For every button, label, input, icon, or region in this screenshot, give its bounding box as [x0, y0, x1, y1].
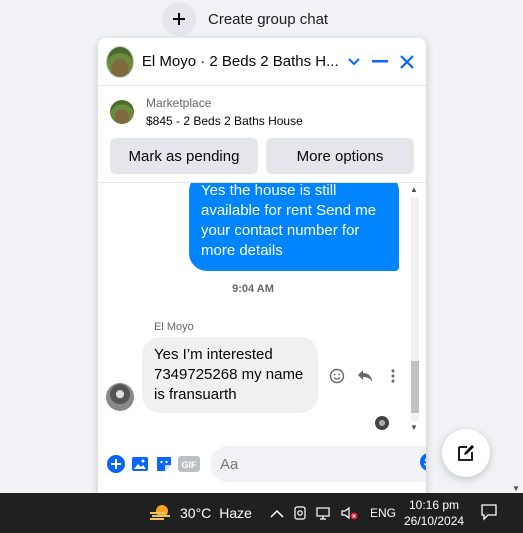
marketplace-source: Marketplace	[146, 96, 212, 110]
minimize-icon[interactable]	[369, 49, 391, 75]
clock[interactable]: 10:16 pm 26/10/2024	[404, 497, 464, 529]
create-group-label: Create group chat	[208, 10, 329, 28]
chat-header: El Moyo · 2 Beds 2 Baths H...	[98, 38, 426, 86]
scroll-thumb[interactable]	[411, 361, 419, 413]
compose-icon	[458, 445, 474, 461]
message-timestamp: 9:04 AM	[232, 283, 274, 295]
sender-avatar[interactable]	[106, 383, 134, 411]
weather-temp: 30°C	[180, 505, 212, 521]
sticker-icon[interactable]	[154, 450, 174, 478]
message-input[interactable]	[220, 455, 419, 473]
sender-name: El Moyo	[154, 321, 194, 333]
composer: GIF	[98, 442, 426, 486]
more-actions-plus-icon[interactable]	[106, 450, 126, 478]
message-scrollbar[interactable]: ▲ ▼	[408, 183, 422, 434]
incoming-message[interactable]: Yes I’m interested 7349725268 my name is…	[142, 337, 318, 413]
page-scrollbar[interactable]: ▼	[509, 0, 523, 493]
haze-icon	[150, 505, 170, 520]
volume-muted-icon[interactable]	[340, 505, 358, 524]
create-group-chat[interactable]: Create group chat	[162, 2, 328, 36]
message-list: Yes the house is still available for ren…	[98, 182, 426, 434]
marketplace-panel: Marketplace $845 - 2 Beds 2 Baths House …	[98, 86, 426, 174]
gif-icon[interactable]: GIF	[178, 450, 200, 478]
plus-icon[interactable]	[162, 2, 196, 36]
scroll-down-icon[interactable]: ▼	[410, 423, 418, 432]
chat-window: El Moyo · 2 Beds 2 Baths H... Marketplac…	[98, 38, 426, 496]
language-indicator[interactable]: ENG	[370, 506, 396, 520]
message-input-box[interactable]	[210, 446, 426, 482]
clock-time: 10:16 pm	[409, 498, 460, 512]
listing-thumbnail[interactable]	[110, 100, 134, 124]
scroll-up-icon[interactable]: ▲	[410, 185, 418, 194]
chat-title[interactable]: El Moyo · 2 Beds 2 Baths H...	[142, 53, 339, 70]
show-hidden-icons-icon[interactable]	[270, 508, 284, 522]
more-options-button[interactable]: More options	[266, 138, 414, 174]
more-actions-icon[interactable]	[382, 365, 404, 387]
network-icon[interactable]	[316, 505, 332, 524]
listing-title[interactable]: $845 - 2 Beds 2 Baths House	[146, 112, 303, 130]
svg-text:GIF: GIF	[182, 460, 198, 470]
react-emoji-icon[interactable]	[326, 365, 348, 387]
mark-as-pending-button[interactable]: Mark as pending	[110, 138, 258, 174]
weather-desc: Haze	[219, 505, 252, 521]
seen-avatar	[375, 416, 389, 430]
clock-date: 26/10/2024	[404, 514, 465, 528]
page-scroll-down-icon[interactable]: ▼	[512, 484, 520, 493]
system-tray	[270, 505, 358, 524]
emoji-icon[interactable]	[419, 452, 426, 477]
camera-icon[interactable]	[292, 505, 308, 524]
chevron-down-icon[interactable]	[343, 49, 365, 75]
taskbar: 30°C Haze ENG 10:16 pm 26/10/2024	[0, 493, 523, 533]
photo-icon[interactable]	[130, 450, 150, 478]
notifications-icon[interactable]	[480, 503, 498, 524]
reply-icon[interactable]	[354, 365, 376, 387]
close-icon[interactable]	[396, 49, 418, 75]
listing-avatar[interactable]	[106, 45, 134, 78]
new-message-button[interactable]	[442, 429, 490, 477]
outgoing-message[interactable]: Yes the house is still available for ren…	[189, 183, 399, 271]
weather-widget[interactable]: 30°C Haze	[148, 503, 252, 523]
